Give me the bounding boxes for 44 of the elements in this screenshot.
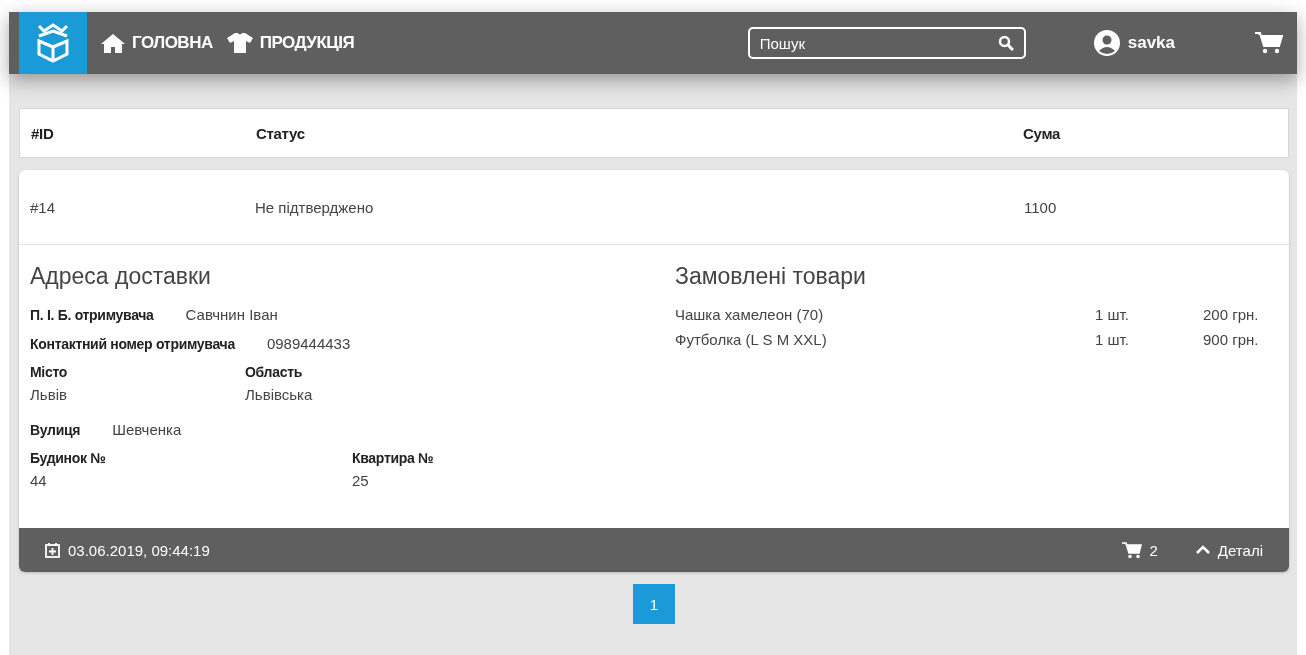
search-field[interactable]: Пошук	[747, 27, 1026, 59]
cart-icon	[1121, 541, 1142, 559]
order-date: 03.06.2019, 09:44:19	[68, 541, 210, 559]
field-value: Савчнин Іван	[185, 306, 278, 323]
search-icon[interactable]	[997, 35, 1014, 51]
field-label: Область	[245, 364, 304, 380]
field-value: 0989444433	[266, 335, 351, 352]
item-quantity: 1 шт.	[1095, 331, 1130, 348]
field-label: Контактний номер отримувача	[30, 335, 235, 352]
field-value: 25	[352, 472, 370, 489]
caret-icon	[1195, 545, 1210, 555]
t-shirt-icon	[226, 33, 253, 53]
home-icon	[101, 33, 125, 53]
user-name[interactable]: savka	[1127, 33, 1175, 53]
field-label: Будинок №	[30, 450, 107, 466]
section-title: Адреса доставки	[30, 263, 212, 290]
field-value: 44	[30, 472, 48, 489]
order-status: Не підтверджено	[255, 198, 375, 216]
column-header: Статус	[256, 124, 306, 142]
item-name: Футболка (L S M XXL)	[675, 331, 828, 348]
item-name: Чашка хамелеон (70)	[675, 306, 825, 323]
order-id: #14	[30, 198, 57, 216]
cart-icon[interactable]	[1255, 31, 1283, 55]
item-price: 900 грн.	[1203, 331, 1260, 348]
nav-link[interactable]: ПРОДУКЦІЯ	[226, 33, 355, 53]
field-value: Львівська	[245, 386, 314, 403]
field-label: Квартира №	[352, 450, 435, 466]
item-count: 2	[1149, 541, 1158, 559]
calendar-plus-icon	[45, 542, 60, 558]
details-toggle[interactable]: Деталі	[1195, 541, 1263, 559]
column-header: #ID	[31, 124, 55, 142]
field-label: П. І. Б. отримувача	[30, 306, 154, 323]
nav-link[interactable]: ГОЛОВНА	[101, 33, 213, 53]
item-price: 200 грн.	[1203, 306, 1260, 323]
column-header: Сума	[1023, 124, 1062, 142]
crown-book-logo[interactable]	[19, 12, 87, 74]
field-value: Шевченка	[112, 421, 182, 438]
item-quantity: 1 шт.	[1095, 306, 1130, 323]
user-icon[interactable]	[1093, 30, 1120, 56]
field-label: Вулиця	[30, 421, 81, 438]
order-sum: 1100	[1024, 198, 1058, 216]
field-value: Львів	[30, 386, 68, 403]
field-label: Місто	[30, 364, 69, 380]
section-title: Замовлені товари	[675, 263, 867, 290]
